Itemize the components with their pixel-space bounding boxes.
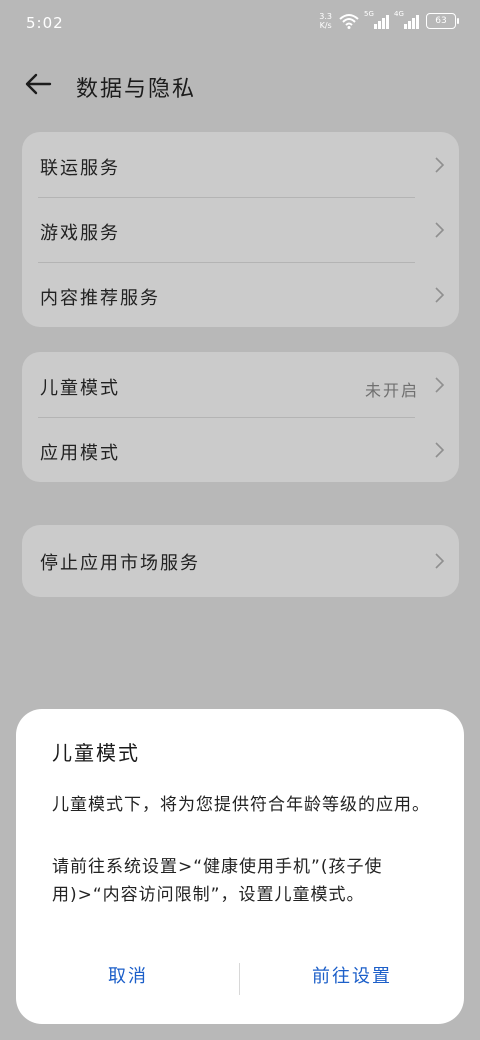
settings-item-label: 应用模式: [40, 443, 120, 464]
settings-item-stop-app-market[interactable]: 停止应用市场服务: [22, 525, 459, 597]
battery-icon: 63: [426, 13, 459, 29]
signal-4g-icon: 4G: [394, 10, 419, 29]
chevron-right-icon: [435, 442, 445, 458]
chevron-right-icon: [435, 287, 445, 303]
settings-item-app-mode[interactable]: 应用模式: [22, 417, 459, 482]
settings-item-game-service[interactable]: 游戏服务: [22, 197, 459, 262]
cancel-button[interactable]: 取消: [16, 959, 240, 999]
settings-group-stop: 停止应用市场服务: [22, 525, 459, 597]
signal-4g-label: 4G: [394, 10, 404, 18]
kids-mode-dialog: 儿童模式 儿童模式下，将为您提供符合年龄等级的应用。 请前往系统设置>“健康使用…: [16, 709, 464, 1024]
status-time: 5:02: [26, 14, 64, 32]
dialog-actions: 取消 前往设置: [16, 959, 464, 999]
network-speed: 3.3 K/s: [319, 12, 332, 30]
settings-item-label: 儿童模式: [40, 378, 120, 399]
settings-group-services: 联运服务 游戏服务 内容推荐服务: [22, 132, 459, 327]
page-title: 数据与隐私: [76, 77, 197, 102]
settings-item-status: 未开启: [364, 381, 419, 400]
wifi-icon: [339, 14, 359, 29]
signal-5g-icon: 5G: [364, 10, 389, 29]
status-icons: 3.3 K/s 5G 4G 63: [319, 10, 459, 30]
settings-item-content-recommendation[interactable]: 内容推荐服务: [22, 262, 459, 327]
settings-item-label: 联运服务: [40, 158, 120, 179]
dialog-message: 儿童模式下，将为您提供符合年龄等级的应用。: [52, 795, 430, 815]
chevron-right-icon: [435, 377, 445, 393]
network-speed-unit: K/s: [319, 21, 332, 30]
dialog-instructions: 请前往系统设置>“健康使用手机”(孩子使用)>“内容访问限制”，设置儿童模式。: [52, 857, 383, 905]
settings-item-label: 游戏服务: [40, 223, 120, 244]
network-speed-value: 3.3: [319, 12, 332, 21]
chevron-right-icon: [435, 222, 445, 238]
status-bar: 5:02 3.3 K/s 5G 4G 63: [0, 0, 480, 46]
settings-group-modes: 儿童模式 未开启 应用模式: [22, 352, 459, 482]
dialog-title: 儿童模式: [52, 741, 140, 765]
back-arrow-icon[interactable]: [22, 68, 54, 100]
settings-item-joint-operation[interactable]: 联运服务: [22, 132, 459, 197]
page-header: 数据与隐私: [0, 60, 480, 110]
signal-5g-label: 5G: [364, 10, 374, 18]
go-to-settings-button[interactable]: 前往设置: [240, 959, 464, 999]
chevron-right-icon: [435, 553, 445, 569]
chevron-right-icon: [435, 157, 445, 173]
settings-item-label: 停止应用市场服务: [40, 553, 200, 574]
settings-item-label: 内容推荐服务: [40, 288, 160, 309]
settings-item-kids-mode[interactable]: 儿童模式 未开启: [22, 352, 459, 417]
